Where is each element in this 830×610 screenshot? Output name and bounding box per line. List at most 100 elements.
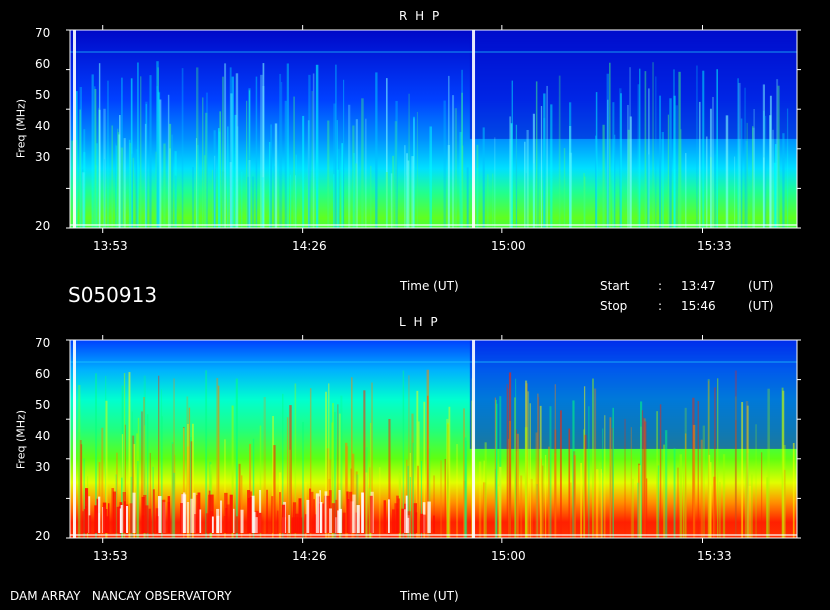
burst-streak bbox=[740, 118, 743, 228]
top-panel-title: R H P bbox=[399, 9, 442, 23]
burst-streak bbox=[157, 91, 161, 228]
bottom-y-axis-label: Freq (MHz) bbox=[14, 409, 28, 470]
burst-streak bbox=[705, 136, 708, 228]
burst-streak bbox=[663, 444, 665, 538]
burst-streak bbox=[782, 133, 785, 228]
burst-streak bbox=[258, 512, 262, 533]
burst-streak bbox=[157, 496, 162, 533]
burst-streak bbox=[202, 97, 204, 228]
burst-streak bbox=[413, 118, 415, 228]
top-ytick: 60 bbox=[35, 57, 51, 71]
burst-streak bbox=[394, 121, 398, 228]
burst-streak bbox=[638, 465, 641, 538]
burst-streak bbox=[525, 173, 527, 228]
burst-streak bbox=[543, 117, 546, 228]
burst-streak bbox=[280, 81, 283, 228]
burst-streak bbox=[141, 515, 145, 533]
burst-streak bbox=[652, 62, 654, 229]
burst-streak bbox=[527, 391, 530, 538]
burst-streak bbox=[583, 429, 585, 538]
burst-streak bbox=[679, 454, 683, 538]
burst-streak bbox=[792, 443, 795, 538]
top-y-axis-label: Freq (MHz) bbox=[14, 98, 28, 159]
burst-streak bbox=[698, 101, 701, 228]
burst-streak bbox=[718, 481, 721, 538]
bottom-ytick: 40 bbox=[35, 429, 51, 443]
burst-streak bbox=[378, 467, 381, 538]
burst-streak bbox=[352, 494, 356, 533]
burst-streak bbox=[247, 176, 250, 228]
burst-streak bbox=[263, 397, 266, 538]
burst-streak bbox=[226, 504, 230, 533]
burst-streak bbox=[103, 159, 106, 228]
burst-streak bbox=[98, 496, 101, 533]
burst-streak bbox=[392, 509, 395, 533]
burst-streak bbox=[734, 156, 736, 228]
burst-streak bbox=[673, 448, 676, 538]
burst-streak bbox=[533, 163, 535, 228]
burst-streak bbox=[499, 466, 502, 538]
burst-streak bbox=[595, 469, 599, 538]
burst-streak bbox=[491, 173, 494, 228]
burst-streak bbox=[117, 132, 120, 228]
burst-streak bbox=[197, 145, 199, 228]
burst-streak bbox=[394, 503, 398, 533]
burst-streak bbox=[397, 498, 401, 533]
burst-streak bbox=[229, 162, 232, 228]
burst-streak bbox=[685, 153, 687, 228]
top-xtick: 15:00 bbox=[491, 239, 526, 253]
burst-streak bbox=[120, 147, 124, 228]
burst-streak bbox=[539, 405, 542, 538]
burst-streak bbox=[443, 100, 446, 228]
burst-streak bbox=[315, 493, 320, 533]
top-ytick: 50 bbox=[35, 88, 51, 102]
burst-streak bbox=[569, 482, 572, 538]
burst-streak bbox=[369, 495, 373, 533]
burst-streak bbox=[116, 506, 120, 533]
burst-streak bbox=[614, 134, 616, 228]
top-ytick: 40 bbox=[35, 119, 51, 133]
burst-streak bbox=[697, 401, 699, 538]
burst-streak bbox=[427, 501, 431, 533]
burst-streak bbox=[655, 76, 657, 228]
burst-streak bbox=[348, 104, 351, 228]
burst-streak bbox=[361, 98, 364, 229]
burst-streak bbox=[680, 129, 682, 228]
burst-streak bbox=[656, 411, 658, 538]
burst-streak bbox=[702, 70, 705, 228]
burst-streak bbox=[482, 127, 485, 228]
burst-streak bbox=[315, 64, 319, 228]
top-x-axis-label: Time (UT) bbox=[400, 279, 459, 293]
burst-streak bbox=[416, 111, 418, 228]
burst-streak bbox=[530, 478, 533, 538]
burst-streak bbox=[255, 76, 258, 228]
burst-streak bbox=[232, 508, 235, 533]
burst-streak bbox=[192, 167, 194, 228]
burst-streak bbox=[205, 370, 208, 538]
burst-streak bbox=[524, 427, 528, 538]
burst-streak bbox=[135, 149, 138, 228]
burst-streak bbox=[123, 138, 126, 228]
burst-streak bbox=[163, 143, 166, 228]
burst-streak bbox=[342, 79, 345, 228]
burst-streak bbox=[128, 139, 131, 228]
burst-streak bbox=[573, 451, 576, 538]
burst-streak bbox=[333, 174, 335, 228]
burst-streak bbox=[644, 421, 647, 538]
burst-streak bbox=[520, 475, 523, 538]
burst-streak bbox=[755, 424, 757, 538]
burst-streak bbox=[149, 75, 152, 229]
burst-streak bbox=[717, 378, 719, 538]
burst-streak bbox=[769, 115, 772, 228]
burst-streak bbox=[559, 410, 562, 538]
burst-streak bbox=[515, 124, 518, 228]
burst-streak bbox=[216, 515, 220, 533]
burst-streak bbox=[405, 495, 408, 533]
burst-streak bbox=[746, 122, 748, 228]
burst-streak bbox=[774, 144, 777, 228]
top-ytick: 20 bbox=[35, 219, 51, 233]
bottom-ytick: 70 bbox=[35, 336, 51, 350]
burst-streak bbox=[78, 384, 81, 538]
burst-streak bbox=[84, 506, 87, 533]
burst-streak bbox=[276, 510, 279, 533]
